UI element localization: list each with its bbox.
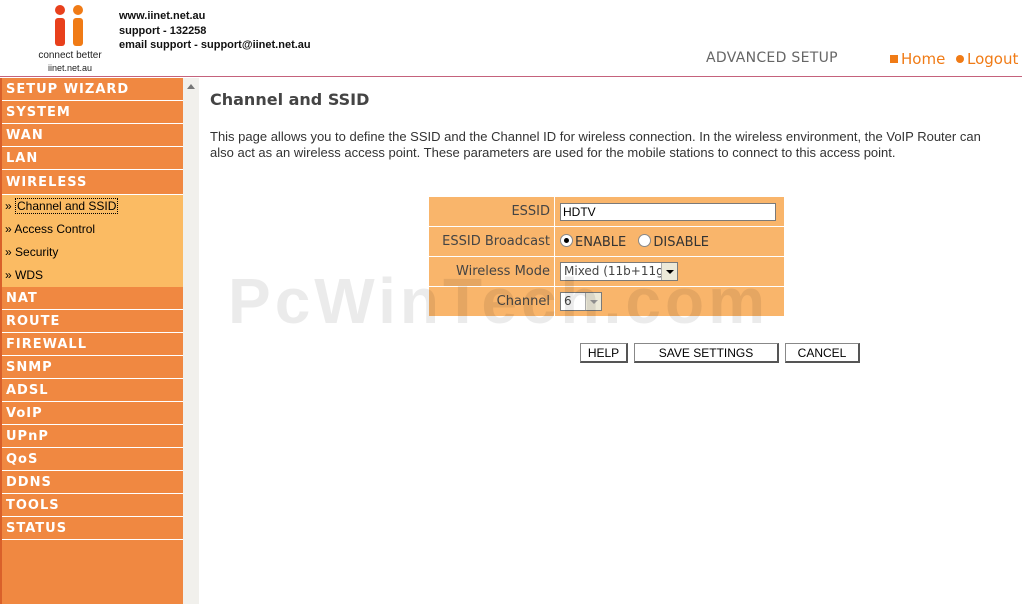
contact-info: www.iinet.net.au support - 132258 email … <box>119 9 311 53</box>
form-row-broadcast: ESSID Broadcast ENABLE DISABLE <box>428 226 785 257</box>
subitem-label: Channel and SSID <box>15 198 119 214</box>
broadcast-enable-radio[interactable] <box>560 233 573 247</box>
subitem-label: Access Control <box>14 222 96 236</box>
sidebar-item-adsl[interactable]: ADSL <box>2 379 183 402</box>
channel-cell: 6 <box>554 286 785 317</box>
sidebar-submenu-wireless: » Channel and SSID » Access Control » Se… <box>2 195 183 287</box>
mode-cell: Mixed (11b+11g) <box>554 256 785 287</box>
page-title: Channel and SSID <box>210 90 370 109</box>
circle-bullet-icon <box>956 55 964 63</box>
header: connect better iinet.net.au www.iinet.ne… <box>0 0 1022 77</box>
sidebar-scrollbar[interactable] <box>183 78 199 604</box>
sidebar-item-wan[interactable]: WAN <box>2 124 183 147</box>
sidebar-item-firewall[interactable]: FIREWALL <box>2 333 183 356</box>
sidebar-item-upnp[interactable]: UPnP <box>2 425 183 448</box>
iinet-logo-icon <box>55 5 83 46</box>
save-settings-button[interactable]: SAVE SETTINGS <box>634 343 779 363</box>
sidebar-subitem-channel-and-ssid[interactable]: » Channel and SSID <box>2 195 183 218</box>
scroll-up-arrow-icon[interactable] <box>187 84 195 89</box>
subitem-label: WDS <box>15 268 44 282</box>
essid-input[interactable] <box>560 202 776 221</box>
help-button[interactable]: HELP <box>580 343 628 363</box>
essid-label: ESSID <box>428 196 555 227</box>
broadcast-disable-label: DISABLE <box>653 234 709 250</box>
sidebar-item-snmp[interactable]: SNMP <box>2 356 183 379</box>
sidebar-subitem-wds[interactable]: » WDS <box>2 264 183 287</box>
broadcast-enable-label: ENABLE <box>575 234 627 250</box>
logout-link[interactable]: Logout <box>956 50 1018 68</box>
square-bullet-icon <box>890 55 898 63</box>
home-link[interactable]: Home <box>890 50 945 68</box>
sidebar-item-nat[interactable]: NAT <box>2 287 183 310</box>
logo-site: iinet.net.au <box>47 63 93 73</box>
contact-phone: support - 132258 <box>119 24 207 37</box>
sidebar-item-ddns[interactable]: DDNS <box>2 471 183 494</box>
wireless-mode-value: Mixed (11b+11g) <box>564 264 669 278</box>
form-row-channel: Channel 6 <box>428 286 785 317</box>
chevron-down-icon[interactable] <box>661 263 677 280</box>
sidebar-item-tools[interactable]: TOOLS <box>2 494 183 517</box>
broadcast-disable-radio[interactable] <box>638 233 652 247</box>
sidebar-item-route[interactable]: ROUTE <box>2 310 183 333</box>
broadcast-label: ESSID Broadcast <box>428 226 555 257</box>
sidebar: SETUP WIZARD SYSTEM WAN LAN WIRELESS » C… <box>0 78 183 604</box>
logo-tagline: connect better <box>38 50 102 61</box>
sidebar-item-qos[interactable]: QoS <box>2 448 183 471</box>
broadcast-cell: ENABLE DISABLE <box>554 226 785 257</box>
subitem-label: Security <box>15 245 59 259</box>
channel-value: 6 <box>564 294 572 308</box>
wireless-settings-form: ESSID ESSID Broadcast ENABLE DISABLE Wir… <box>428 196 785 317</box>
sidebar-subitem-access-control[interactable]: » Access Control <box>2 218 183 241</box>
mode-label: Wireless Mode <box>428 256 555 287</box>
form-row-essid: ESSID <box>428 196 785 227</box>
sidebar-item-system[interactable]: SYSTEM <box>2 101 183 124</box>
home-label: Home <box>901 50 946 68</box>
sidebar-item-setup-wizard[interactable]: SETUP WIZARD <box>2 78 183 101</box>
channel-select[interactable]: 6 <box>560 292 602 311</box>
contact-email: email support - support@iinet.net.au <box>119 39 311 51</box>
wireless-mode-select[interactable]: Mixed (11b+11g) <box>560 262 678 281</box>
sidebar-item-wireless[interactable]: WIRELESS <box>2 170 183 195</box>
form-row-mode: Wireless Mode Mixed (11b+11g) <box>428 256 785 287</box>
contact-website: www.iinet.net.au <box>119 10 206 22</box>
page-description: This page allows you to define the SSID … <box>210 129 981 160</box>
iinet-logo: connect better iinet.net.au <box>30 2 110 74</box>
sidebar-item-lan[interactable]: LAN <box>2 147 183 170</box>
logout-label: Logout <box>967 50 1019 68</box>
sidebar-item-status[interactable]: STATUS <box>2 517 183 540</box>
sidebar-subitem-security[interactable]: » Security <box>2 241 183 264</box>
chevron-down-icon[interactable] <box>585 293 601 310</box>
section-title: ADVANCED SETUP <box>706 50 838 66</box>
channel-label: Channel <box>428 286 555 317</box>
sidebar-item-voip[interactable]: VoIP <box>2 402 183 425</box>
cancel-button[interactable]: CANCEL <box>785 343 860 363</box>
essid-cell <box>554 196 785 227</box>
